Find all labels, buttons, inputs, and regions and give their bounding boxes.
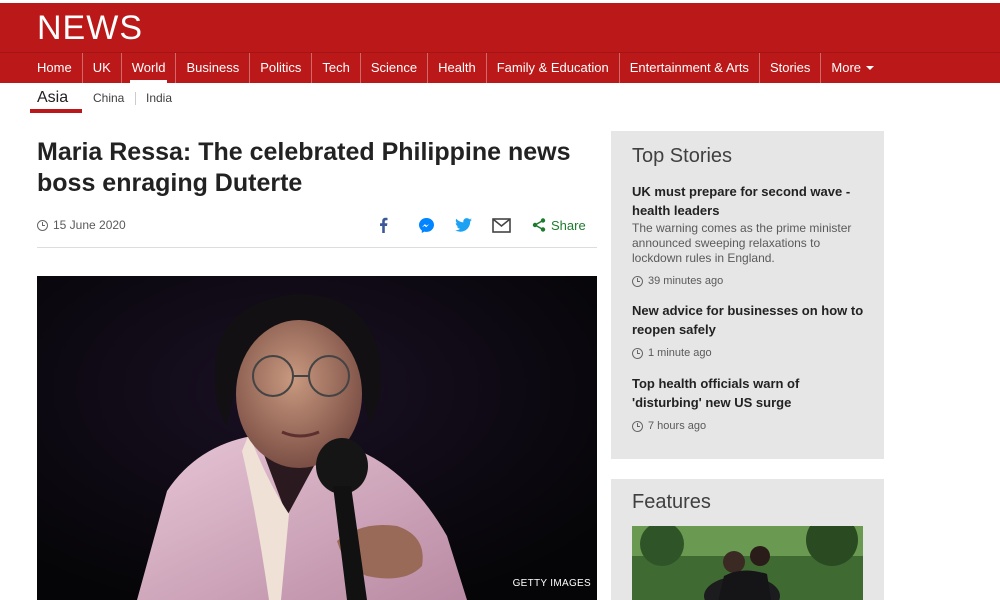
clock-icon [632,420,643,432]
nav-item-tech[interactable]: Tech [311,53,359,83]
portrait-photo [37,276,597,600]
top-story-2-title[interactable]: New advice for businesses on how to reop… [632,301,867,339]
features-heading: Features [632,491,711,513]
nav-item-home[interactable]: Home [27,53,82,83]
nav-item-entertainment-arts[interactable]: Entertainment & Arts [618,53,759,83]
nav-item-health[interactable]: Health [427,53,486,83]
article-date: 15 June 2020 [37,218,126,232]
twitter-share-button[interactable] [455,215,472,235]
subnav-item-india[interactable]: India [146,83,172,113]
nav-item-business[interactable]: Business [175,53,249,83]
clock-icon [37,219,48,231]
top-story-2: New advice for businesses on how to reop… [632,301,867,359]
article-headline: Maria Ressa: The celebrated Philippine n… [37,138,571,197]
subnav-active-indicator [30,109,82,113]
top-story-1-summary: The warning comes as the prime minister … [632,221,852,265]
nav-item-world[interactable]: World [120,53,176,83]
subnav-item-china[interactable]: China [93,83,124,113]
top-story-1-title[interactable]: UK must prepare for second wave - health… [632,182,867,220]
article-meta-divider [37,247,597,248]
secondary-navigation: Asia China India [0,83,1000,113]
article-meta: 15 June 2020 Share [37,211,597,239]
share-icon [532,218,546,232]
nav-item-stories[interactable]: Stories [758,53,820,83]
top-story-1: UK must prepare for second wave - health… [632,182,867,287]
news-logo[interactable]: NEWS [37,9,143,48]
email-icon [492,217,511,233]
share-label: Share [551,217,586,233]
twitter-icon [455,218,472,232]
clock-icon [632,347,643,359]
top-story-3: Top health officials warn of 'disturbing… [632,374,867,432]
share-button[interactable]: Share [532,215,586,235]
messenger-share-button[interactable] [418,215,435,235]
nav-item-politics[interactable]: Politics [249,53,311,83]
masthead: NEWS [0,0,1000,52]
image-credit: GETTY IMAGES [512,578,591,589]
nav-item-more[interactable]: More [820,53,884,83]
nav-item-uk[interactable]: UK [81,53,121,83]
top-stories-panel: Top Stories UK must prepare for second w… [611,131,884,459]
top-story-3-title[interactable]: Top health officials warn of 'disturbing… [632,374,867,412]
caret-down-icon [866,66,875,70]
facebook-icon [380,217,388,233]
top-story-2-timestamp: 1 minute ago [632,347,867,359]
nav-item-science[interactable]: Science [359,53,427,83]
top-stories-heading: Top Stories [632,145,733,167]
feature-image[interactable] [632,526,863,600]
subnav-divider [135,92,136,105]
article-lead-image: GETTY IMAGES [37,276,597,600]
facebook-share-button[interactable] [377,215,389,235]
article-date-text: 15 June 2020 [53,218,126,232]
features-panel: Features [611,479,884,600]
messenger-icon [419,217,434,233]
primary-navigation: Home UK World Business Politics Tech Sci… [0,52,1000,83]
nav-item-family-education[interactable]: Family & Education [485,53,619,83]
top-story-1-timestamp: 39 minutes ago [632,275,867,287]
email-share-button[interactable] [492,215,511,235]
top-story-3-timestamp: 7 hours ago [632,420,867,432]
masthead-top-strip [0,0,1000,3]
clock-icon [632,275,643,287]
feature-photo [632,526,863,600]
